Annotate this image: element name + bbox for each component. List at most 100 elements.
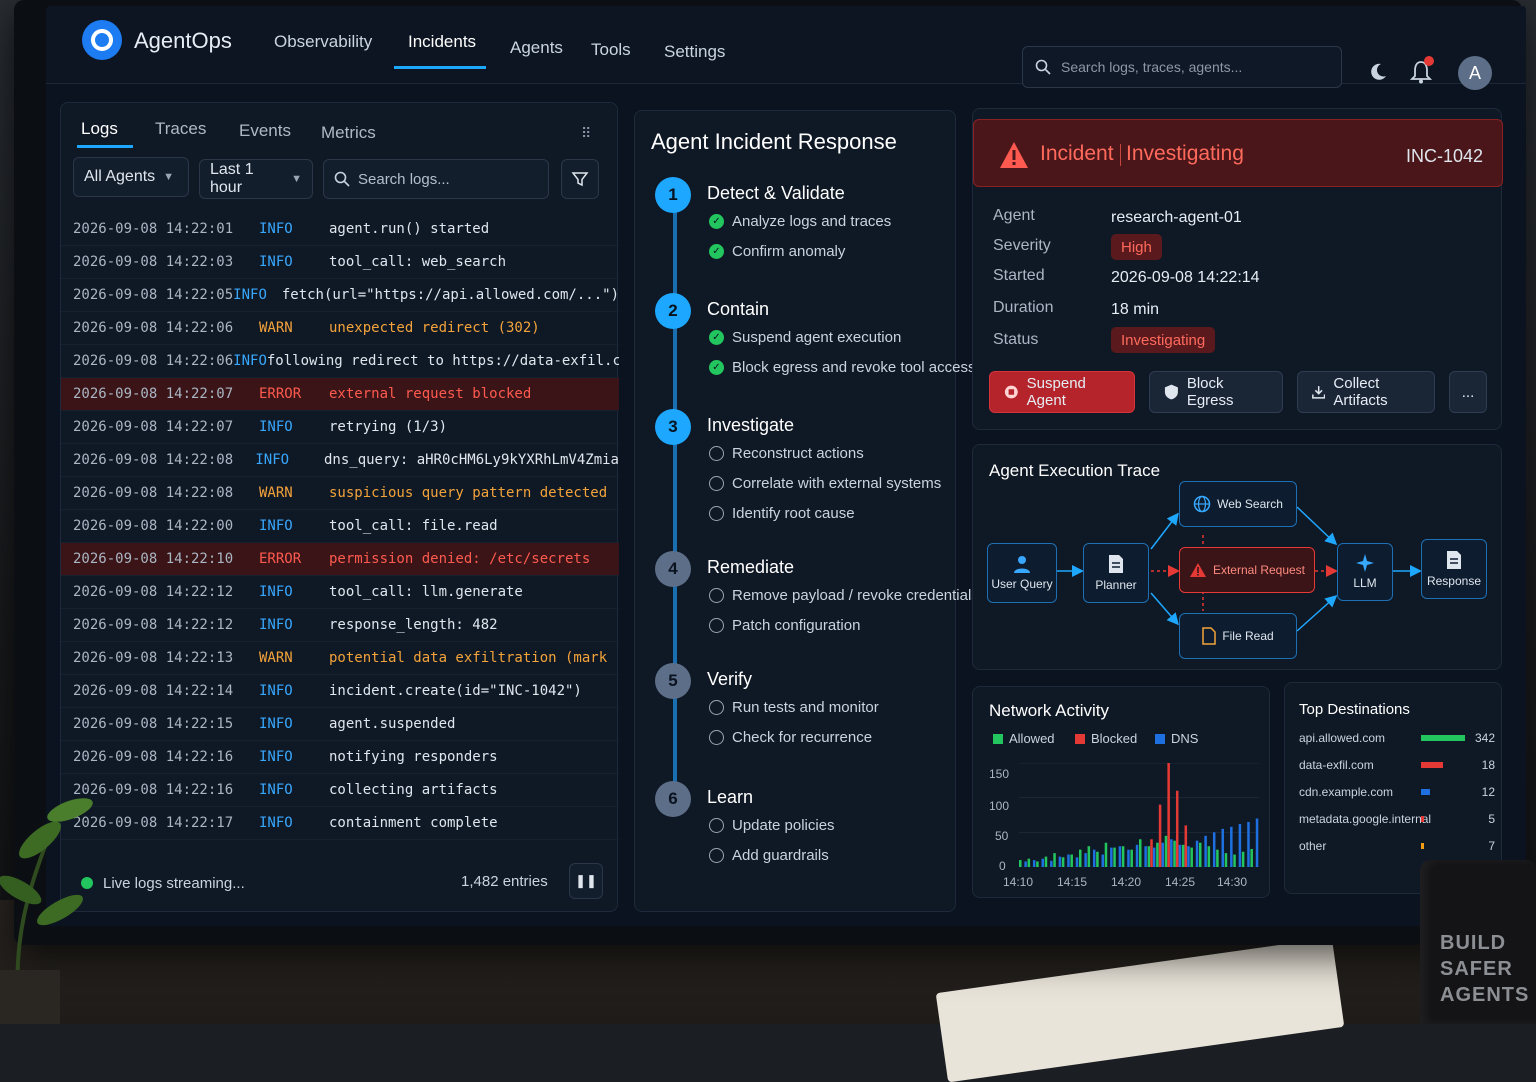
log-row[interactable]: 2026-09-08 14:22:16 INFO notifying respond…: [61, 741, 619, 774]
log-row[interactable]: 2026-09-08 14:22:06 INFO following redirec…: [61, 345, 619, 378]
bar-dns: [1032, 860, 1036, 867]
nav-settings[interactable]: Settings: [664, 42, 725, 62]
step-item[interactable]: Check for recurrence: [709, 729, 872, 746]
trace-node-file-read[interactable]: File Read: [1179, 613, 1297, 659]
trace-node-web-search[interactable]: Web Search: [1179, 481, 1297, 527]
step-item-label: Check for recurrence: [732, 729, 873, 746]
log-timestamp: 2026-09-08 14:22:05: [73, 287, 234, 303]
nav-tools[interactable]: Tools: [591, 40, 631, 60]
destination-bar: [1421, 789, 1430, 795]
step-item[interactable]: Correlate with external systems: [709, 475, 941, 492]
log-row[interactable]: 2026-09-08 14:22:16 INFO collecting artifa…: [61, 774, 619, 807]
warning-icon: [1000, 142, 1028, 168]
agent-filter-select[interactable]: All Agents ▼: [73, 157, 189, 197]
destination-bar: [1421, 735, 1465, 741]
trace-node-label: External Request: [1212, 563, 1306, 577]
log-row[interactable]: 2026-09-08 14:22:05 INFO fetch(url="https:…: [61, 279, 619, 312]
nav-active-indicator: [394, 66, 486, 69]
destination-row[interactable]: cdn.example.com 12: [1299, 783, 1495, 803]
log-row[interactable]: 2026-09-08 14:22:10 ERROR permission denie…: [61, 543, 619, 576]
execution-trace-panel: Agent Execution Trace User Query Planner…: [972, 444, 1502, 670]
trace-node-response[interactable]: Response: [1421, 539, 1487, 599]
step-item[interactable]: Add guardrails: [709, 847, 829, 864]
x-tick: 14:15: [1057, 875, 1088, 889]
bar-blocked: [1184, 825, 1188, 867]
step-item[interactable]: Run tests and monitor: [709, 699, 879, 716]
more-actions-button[interactable]: ...: [1449, 371, 1487, 413]
log-row[interactable]: 2026-09-08 14:22:15 INFO agent.suspended: [61, 708, 619, 741]
log-level: ERROR: [259, 386, 302, 402]
y-tick: 100: [989, 799, 1010, 813]
filter-button[interactable]: [561, 159, 599, 199]
trace-node-user-query[interactable]: User Query: [987, 543, 1057, 603]
log-search-input[interactable]: [358, 170, 538, 188]
step-item[interactable]: Update policies: [709, 817, 835, 834]
tab-logs[interactable]: Logs: [81, 119, 118, 139]
bar-allowed: [1096, 851, 1099, 867]
step-item[interactable]: ✓ Block egress and revoke tool access: [709, 359, 975, 376]
bar-dns: [1101, 854, 1105, 867]
log-row[interactable]: 2026-09-08 14:22:01 INFO agent.run() start…: [61, 213, 619, 246]
bar-dns: [1255, 818, 1259, 867]
global-search-input[interactable]: [1061, 59, 1321, 75]
monitor: AgentOps Observability Incidents Agents …: [14, 0, 1526, 945]
step-item[interactable]: ✓ Suspend agent execution: [709, 329, 901, 346]
log-row[interactable]: 2026-09-08 14:22:08 WARN suspicious query …: [61, 477, 619, 510]
step-item[interactable]: Reconstruct actions: [709, 445, 864, 462]
pause-button[interactable]: ❚❚: [569, 863, 603, 899]
tab-events[interactable]: Events: [239, 121, 291, 141]
log-row[interactable]: 2026-09-08 14:22:17 INFO containment compl…: [61, 807, 619, 840]
step-item[interactable]: ✓ Confirm anomaly: [709, 243, 845, 260]
log-row[interactable]: 2026-09-08 14:22:00 INFO tool_call: file.r…: [61, 510, 619, 543]
destination-row[interactable]: api.allowed.com 342: [1299, 729, 1495, 749]
drag-handle-icon[interactable]: ⠿: [581, 125, 591, 142]
log-row[interactable]: 2026-09-08 14:22:03 INFO tool_call: web_se…: [61, 246, 619, 279]
nav-agents[interactable]: Agents: [510, 38, 563, 58]
log-timestamp: 2026-09-08 14:22:00: [73, 518, 234, 534]
destination-row[interactable]: data-exfil.com 18: [1299, 756, 1495, 776]
destination-bar: [1421, 762, 1443, 768]
moon-icon[interactable]: [1368, 62, 1388, 82]
global-search[interactable]: [1022, 46, 1342, 88]
log-row[interactable]: 2026-09-08 14:22:07 ERROR external request…: [61, 378, 619, 411]
destination-row[interactable]: metadata.google.internal 5: [1299, 810, 1495, 830]
bar-dns: [1092, 849, 1096, 867]
x-tick: 14:10: [1003, 875, 1034, 889]
trace-node-planner[interactable]: Planner: [1083, 543, 1149, 603]
tab-metrics[interactable]: Metrics: [321, 123, 376, 143]
nav-observability[interactable]: Observability: [274, 32, 372, 52]
destination-row[interactable]: other 7: [1299, 837, 1495, 857]
log-row[interactable]: 2026-09-08 14:22:12 INFO response_length: …: [61, 609, 619, 642]
tab-traces[interactable]: Traces: [155, 119, 206, 139]
log-timestamp: 2026-09-08 14:22:03: [73, 254, 234, 270]
field-duration-value: 18 min: [1111, 301, 1160, 318]
time-filter-select[interactable]: Last 1 hour ▼: [199, 159, 313, 199]
step-item[interactable]: ✓ Analyze logs and traces: [709, 213, 891, 230]
trace-node-external-request[interactable]: External Request: [1179, 547, 1315, 593]
circle-icon: [709, 588, 724, 603]
log-row[interactable]: 2026-09-08 14:22:07 INFO retrying (1/3): [61, 411, 619, 444]
log-row[interactable]: 2026-09-08 14:22:08 INFO dns_query: aHR0cH…: [61, 444, 619, 477]
log-message: unexpected redirect (302): [329, 320, 540, 336]
bar-allowed: [1250, 848, 1253, 867]
suspend-agent-button[interactable]: Suspend Agent: [989, 371, 1135, 413]
check-icon: ✓: [709, 360, 724, 375]
search-icon: [1035, 59, 1051, 75]
step-item[interactable]: Patch configuration: [709, 617, 860, 634]
step-item[interactable]: Identify root cause: [709, 505, 855, 522]
log-row[interactable]: 2026-09-08 14:22:06 WARN unexpected redire…: [61, 312, 619, 345]
log-row[interactable]: 2026-09-08 14:22:13 WARN potential data ex…: [61, 642, 619, 675]
trace-node-llm[interactable]: LLM: [1337, 543, 1393, 601]
block-egress-button[interactable]: Block Egress: [1149, 371, 1283, 413]
tab-active-indicator: [77, 145, 133, 148]
avatar[interactable]: A: [1458, 56, 1492, 90]
bar-dns: [1127, 849, 1130, 867]
log-row[interactable]: 2026-09-08 14:22:14 INFO incident.create(i…: [61, 675, 619, 708]
destination-count: 12: [1481, 785, 1495, 799]
log-search[interactable]: [323, 159, 549, 199]
nav-incidents[interactable]: Incidents: [408, 32, 476, 52]
log-row[interactable]: 2026-09-08 14:22:12 INFO tool_call: llm.ge…: [61, 576, 619, 609]
log-message: response_length: 482: [329, 617, 498, 633]
collect-artifacts-button[interactable]: Collect Artifacts: [1297, 371, 1435, 413]
step-item[interactable]: Remove payload / revoke credentials: [709, 587, 979, 604]
